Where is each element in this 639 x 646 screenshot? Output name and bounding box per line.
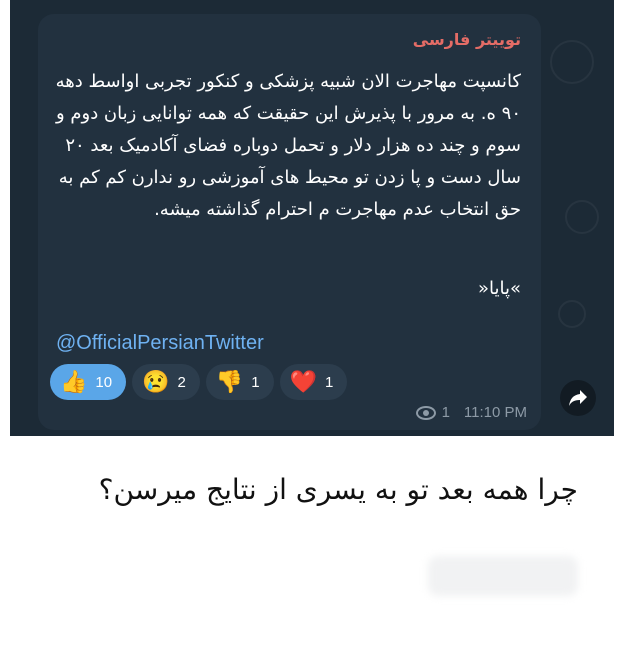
- reaction-count: 1: [325, 373, 334, 391]
- blurred-area: [428, 556, 578, 596]
- reaction-count: 1: [251, 373, 260, 391]
- channel-name[interactable]: توییتر فارسی: [413, 30, 521, 49]
- reaction-count: 10: [95, 373, 113, 391]
- channel-handle-link[interactable]: @OfficialPersianTwitter: [56, 332, 264, 355]
- thumbs-down-icon: 👎: [215, 369, 244, 394]
- chat-background: توییتر فارسی کانسپت مهاجرت الان شبیه پزش…: [10, 0, 614, 436]
- heart-icon: ❤️: [289, 369, 317, 394]
- tweet-text: چرا همه بعد تو به یسری از نتایج میرسن؟: [98, 473, 578, 506]
- reaction-thumbs-up[interactable]: 👍 10: [50, 364, 127, 400]
- reactions-bar: 👍 10 😢 2 👎 1 ❤️ 1: [50, 364, 348, 400]
- reaction-crying-face[interactable]: 😢 2: [132, 364, 200, 400]
- message-signature: »پایا«: [477, 278, 521, 299]
- message-text: کانسپت مهاجرت الان شبیه پزشکی و کنکور تج…: [49, 71, 521, 220]
- share-button[interactable]: [560, 380, 596, 416]
- reaction-count: 2: [177, 373, 186, 391]
- thumbs-up-icon: 👍: [60, 369, 88, 394]
- message-bubble[interactable]: توییتر فارسی کانسپت مهاجرت الان شبیه پزش…: [38, 14, 541, 430]
- crying-face-icon: 😢: [142, 369, 170, 394]
- background-doodle: [558, 300, 586, 328]
- reaction-heart[interactable]: ❤️ 1: [279, 364, 348, 400]
- message-meta: 1 11:10 PM: [415, 404, 527, 421]
- reaction-thumbs-down[interactable]: 👎 1: [205, 364, 274, 400]
- eye-icon: [415, 405, 436, 420]
- background-doodle: [565, 200, 599, 234]
- message-time: 11:10 PM: [463, 404, 527, 421]
- background-doodle: [550, 40, 594, 84]
- view-count: 1: [441, 404, 450, 421]
- tweet-card: چرا همه بعد تو به یسری از نتایج میرسن؟: [10, 436, 614, 628]
- forward-arrow-icon: [569, 390, 587, 406]
